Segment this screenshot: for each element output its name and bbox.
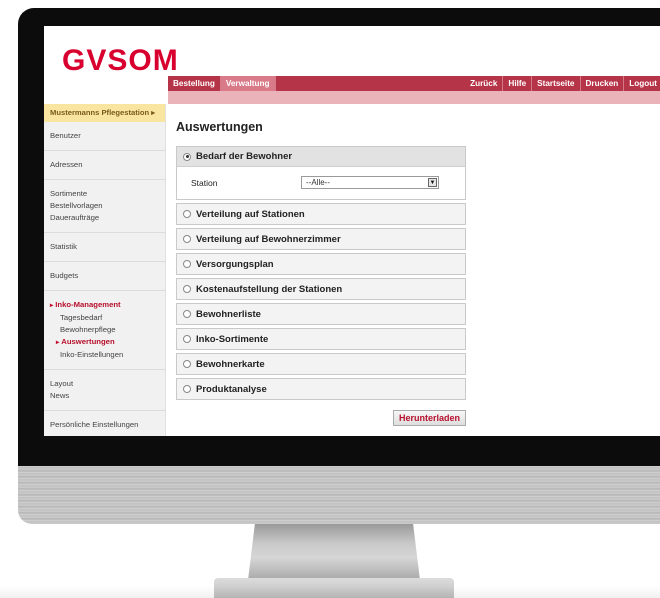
panel-title: Verteilung auf Bewohnerzimmer <box>196 233 341 245</box>
panel-header[interactable]: Versorgungsplan <box>177 254 465 274</box>
accordion-panel-bewohnerkarte: Bewohnerkarte <box>176 353 466 375</box>
nav-drucken[interactable]: Drucken <box>581 76 625 91</box>
accordion-panel-inko-sortimente: Inko-Sortimente <box>176 328 466 350</box>
sidebar-item-label: Inko-Einstellungen <box>60 350 124 359</box>
radio-button[interactable] <box>183 335 191 343</box>
radio-button[interactable] <box>183 210 191 218</box>
radio-button[interactable] <box>183 310 191 318</box>
sidebar-group: Persönliche Einstellungen <box>44 411 165 436</box>
sidebar-item-inko-einstellungen[interactable]: Inko-Einstellungen <box>50 349 159 361</box>
station-selector[interactable]: Mustermanns Pflegestation ▸ <box>44 104 165 122</box>
main-content: Auswertungen Bedarf der Bewohner Station -… <box>176 104 466 426</box>
sidebar-group: Statistik <box>44 233 165 262</box>
sidebar-group: Budgets <box>44 262 165 291</box>
accordion-panel-versorgungsplan: Versorgungsplan <box>176 253 466 275</box>
radio-button[interactable] <box>183 235 191 243</box>
download-row: Herunterladen <box>176 410 466 426</box>
page-title: Auswertungen <box>176 120 263 134</box>
nav-hilfe[interactable]: Hilfe <box>503 76 533 91</box>
chevron-down-icon[interactable]: ▼ <box>428 178 437 187</box>
radio-button[interactable] <box>183 260 191 268</box>
logo-text: GVSOM <box>62 44 179 77</box>
panel-header[interactable]: Verteilung auf Bewohnerzimmer <box>177 229 465 249</box>
sidebar-group: Sortimente Bestellvorlagen Daueraufträge <box>44 180 165 233</box>
accordion-panel-verteilung-auf-bewohnerzimmer: Verteilung auf Bewohnerzimmer <box>176 228 466 250</box>
sidebar-item-label: Bewohnerpflege <box>60 325 116 334</box>
sidebar-group-inko: ▸ Inko-Management Tagesbedarf Bewohnerpfleg… <box>44 291 165 370</box>
sidebar-item-benutzer[interactable]: Benutzer <box>50 130 159 142</box>
sidebar-item-tagesbedarf[interactable]: Tagesbedarf <box>50 312 159 324</box>
panel-title: Bedarf der Bewohner <box>196 151 293 162</box>
triangle-right-icon: ▸ <box>151 108 156 117</box>
download-button[interactable]: Herunterladen <box>392 410 466 426</box>
sidebar-group: Adressen <box>44 151 165 180</box>
panel-header[interactable]: Bewohnerkarte <box>177 354 465 374</box>
nav-strip: Bestellung Verwaltung Zurück Hilfe Startsei… <box>168 76 660 91</box>
sidebar-item-news[interactable]: News <box>50 390 159 402</box>
sub-nav-band <box>168 91 660 104</box>
triangle-right-icon: ▸ <box>50 302 54 309</box>
panel-header[interactable]: Bewohnerliste <box>177 304 465 324</box>
nav-left-group: Bestellung Verwaltung <box>168 76 276 91</box>
triangle-right-icon: ▸ <box>56 339 60 346</box>
floor-shadow <box>0 586 660 598</box>
sidebar-item-inko-management[interactable]: ▸ Inko-Management <box>50 299 159 312</box>
sidebar-item-statistik[interactable]: Statistik <box>50 241 159 253</box>
panel-title: Produktanalyse <box>196 383 267 395</box>
panel-title: Verteilung auf Stationen <box>196 208 305 220</box>
panel-title: Bewohnerkarte <box>196 358 265 370</box>
panel-body: Station --Alle-- ▼ <box>177 167 465 199</box>
panel-header[interactable]: Verteilung auf Stationen <box>177 204 465 224</box>
sidebar-item-label: Tagesbedarf <box>60 313 103 322</box>
sidebar-item-persoenliche-einstellungen[interactable]: Persönliche Einstellungen <box>50 419 159 431</box>
accordion-panel-bewohnerliste: Bewohnerliste <box>176 303 466 325</box>
panel-title: Inko-Sortimente <box>196 333 269 345</box>
nav-bestellung[interactable]: Bestellung <box>168 76 221 91</box>
sidebar-item-dauerauftraege[interactable]: Daueraufträge <box>50 212 159 224</box>
report-accordion: Bedarf der Bewohner Station --Alle-- ▼ Verte… <box>176 146 466 400</box>
radio-button[interactable] <box>183 152 191 161</box>
sidebar-item-adressen[interactable]: Adressen <box>50 159 159 171</box>
logo: GVSOM <box>62 44 179 78</box>
panel-title: Versorgungsplan <box>196 258 274 270</box>
panel-header[interactable]: Kostenaufstellung der Stationen <box>177 279 465 299</box>
nav-startseite[interactable]: Startseite <box>532 76 581 91</box>
accordion-panel-kostenaufstellung-der-stationen: Kostenaufstellung der Stationen <box>176 278 466 300</box>
sidebar-item-sortimente[interactable]: Sortimente <box>50 188 159 200</box>
sidebar-item-bewohnerpflege[interactable]: Bewohnerpflege <box>50 324 159 336</box>
top-navigation: Bestellung Verwaltung Zurück Hilfe Startsei… <box>44 76 660 104</box>
station-name: Mustermanns Pflegestation <box>50 108 150 117</box>
panel-title: Bewohnerliste <box>196 308 261 320</box>
sidebar-item-label: Auswertungen <box>61 337 115 346</box>
sidebar-item-bestellvorlagen[interactable]: Bestellvorlagen <box>50 200 159 212</box>
panel-header[interactable]: Inko-Sortimente <box>177 329 465 349</box>
sidebar-group: Layout News <box>44 370 165 411</box>
monitor-chin <box>18 466 660 524</box>
monitor-stand-neck <box>248 524 420 580</box>
nav-logout[interactable]: Logout <box>624 76 660 91</box>
nav-verwaltung[interactable]: Verwaltung <box>220 76 276 91</box>
station-select[interactable]: --Alle-- ▼ <box>301 176 439 189</box>
radio-button[interactable] <box>183 385 191 393</box>
station-label: Station <box>191 177 218 188</box>
accordion-panel-bedarf-der-bewohner: Bedarf der Bewohner Station --Alle-- ▼ <box>176 146 466 200</box>
panel-title: Kostenaufstellung der Stationen <box>196 283 343 295</box>
accordion-panel-produktanalyse: Produktanalyse <box>176 378 466 400</box>
sidebar-item-label: Inko-Management <box>55 300 121 309</box>
station-select-value: --Alle-- <box>306 178 330 187</box>
sidebar: Mustermanns Pflegestation ▸ Benutzer Adre… <box>44 104 166 436</box>
sidebar-group: Benutzer <box>44 122 165 151</box>
sidebar-item-layout[interactable]: Layout <box>50 378 159 390</box>
nav-zurueck[interactable]: Zurück <box>465 76 504 91</box>
panel-header[interactable]: Produktanalyse <box>177 379 465 399</box>
sidebar-item-auswertungen[interactable]: ▸ Auswertungen <box>50 336 159 349</box>
radio-button[interactable] <box>183 360 191 368</box>
panel-header[interactable]: Bedarf der Bewohner <box>177 147 465 167</box>
screen: GVSOM Bestellung Verwaltung Zurück Hilfe St… <box>44 26 660 436</box>
sidebar-item-budgets[interactable]: Budgets <box>50 270 159 282</box>
radio-button[interactable] <box>183 285 191 293</box>
nav-right-group: Zurück Hilfe Startseite Drucken Logout <box>465 76 660 91</box>
accordion-panel-verteilung-auf-stationen: Verteilung auf Stationen <box>176 203 466 225</box>
